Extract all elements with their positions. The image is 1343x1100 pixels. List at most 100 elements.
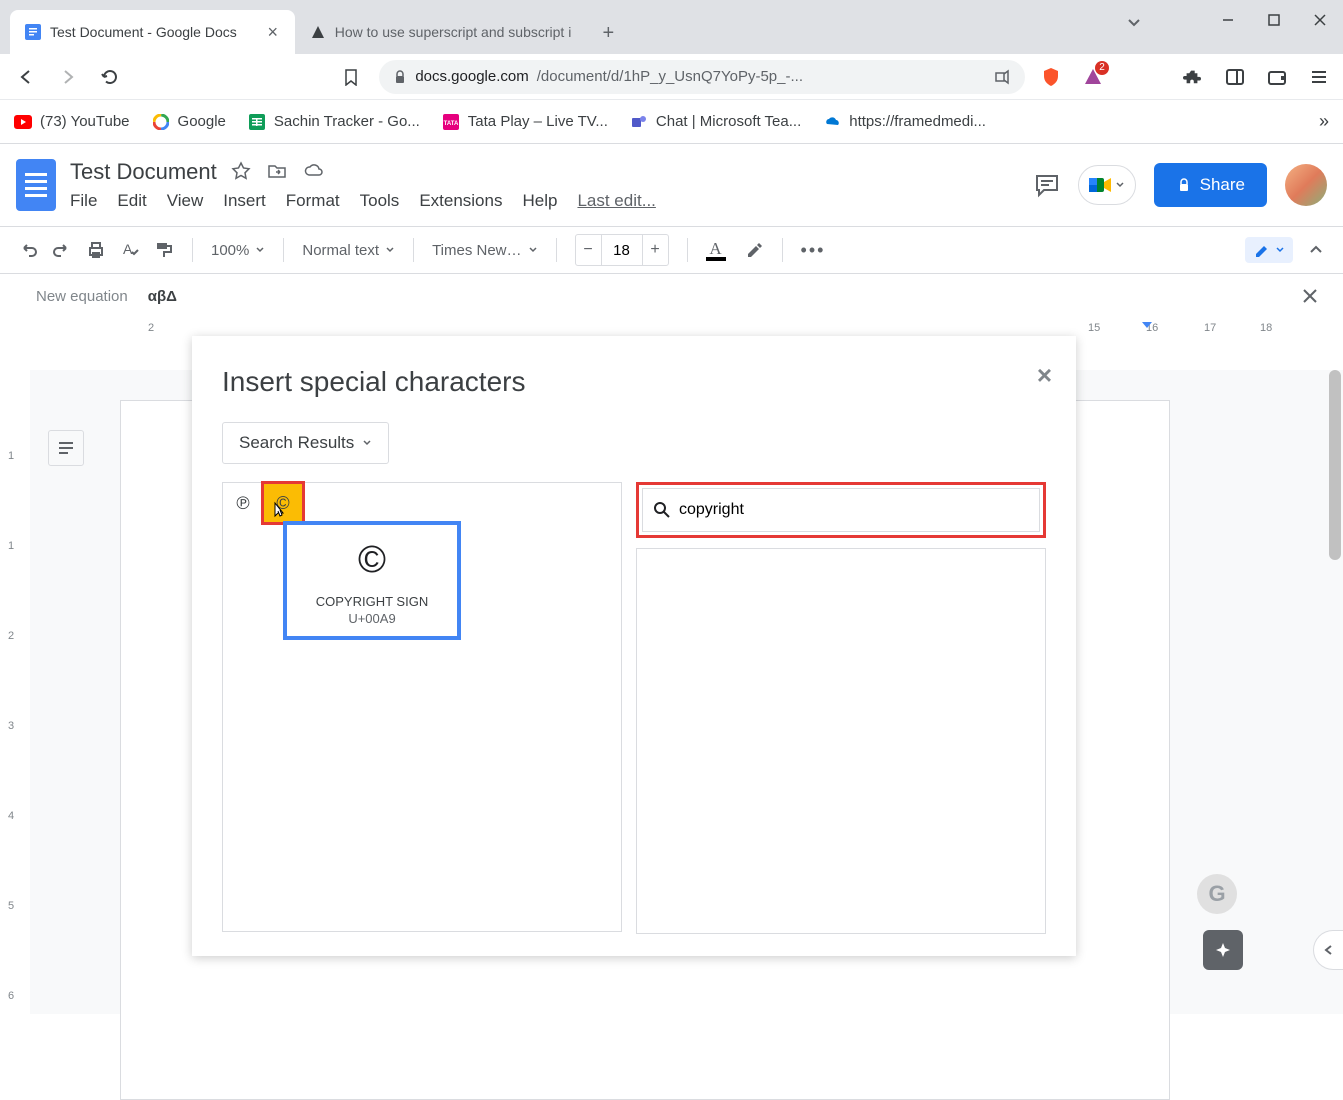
- draw-character-box[interactable]: [636, 548, 1046, 934]
- bookmarks-overflow-icon[interactable]: »: [1319, 111, 1329, 132]
- menu-help[interactable]: Help: [522, 191, 557, 211]
- youtube-icon: [14, 113, 32, 131]
- tataplay-icon: TATA: [442, 113, 460, 131]
- url-path: /document/d/1hP_y_UsnQ7YoPy-5p_-...: [537, 68, 803, 85]
- paint-format-button[interactable]: [154, 240, 174, 260]
- bookmark-item[interactable]: Google: [152, 113, 226, 131]
- browser-tab-active[interactable]: Test Document - Google Docs ×: [10, 10, 295, 54]
- docs-toolbar: A 100% Normal text Times New… − + A •••: [0, 226, 1343, 274]
- brave-shield-icon[interactable]: [1039, 65, 1063, 89]
- font-size-increase[interactable]: +: [642, 235, 668, 265]
- sheets-icon: [248, 113, 266, 131]
- sidepanel-icon[interactable]: [1223, 65, 1247, 89]
- menu-edit[interactable]: Edit: [117, 191, 146, 211]
- menu-view[interactable]: View: [167, 191, 204, 211]
- close-dialog-button[interactable]: ×: [1037, 360, 1052, 391]
- font-size-decrease[interactable]: −: [576, 235, 602, 265]
- share-url-icon[interactable]: [993, 68, 1011, 86]
- vertical-scrollbar[interactable]: [1329, 370, 1341, 560]
- bookmark-item[interactable]: (73) YouTube: [14, 113, 130, 131]
- maximize-button[interactable]: [1251, 0, 1297, 40]
- browser-tab-inactive[interactable]: How to use superscript and subscript i: [295, 10, 586, 54]
- menu-file[interactable]: File: [70, 191, 97, 211]
- menu-format[interactable]: Format: [286, 191, 340, 211]
- font-dropdown[interactable]: Times New…: [432, 242, 537, 259]
- new-equation-button[interactable]: New equation: [36, 288, 128, 305]
- menu-tools[interactable]: Tools: [360, 191, 400, 211]
- url-domain: docs.google.com: [415, 68, 528, 85]
- style-dropdown[interactable]: Normal text: [302, 242, 395, 259]
- show-outline-button[interactable]: [48, 430, 84, 466]
- character-result-hovered[interactable]: ©: [263, 483, 303, 523]
- undo-button[interactable]: [18, 240, 38, 260]
- bookmark-item[interactable]: Chat | Microsoft Tea...: [630, 113, 801, 131]
- font-size-control: − +: [575, 234, 669, 266]
- tooltip-glyph: ©: [295, 539, 449, 582]
- character-tooltip: © COPYRIGHT SIGN U+00A9: [283, 521, 461, 640]
- star-icon[interactable]: [231, 161, 253, 183]
- editing-mode-button[interactable]: [1245, 237, 1293, 263]
- svg-text:TATA: TATA: [443, 121, 458, 127]
- comments-icon[interactable]: [1034, 172, 1060, 198]
- close-icon[interactable]: ×: [265, 24, 281, 40]
- meet-button[interactable]: [1078, 165, 1136, 205]
- grammarly-icon[interactable]: G: [1197, 874, 1237, 914]
- back-button[interactable]: [12, 63, 40, 91]
- menu-insert[interactable]: Insert: [223, 191, 266, 211]
- character-search-input[interactable]: [679, 501, 1029, 519]
- menu-icon[interactable]: [1307, 65, 1331, 89]
- collapse-toolbar-icon[interactable]: [1307, 241, 1325, 259]
- brave-rewards-icon[interactable]: 2: [1081, 65, 1105, 89]
- bookmark-item[interactable]: https://framedmedi...: [823, 113, 986, 131]
- new-tab-button[interactable]: +: [593, 18, 623, 48]
- extensions-icon[interactable]: [1181, 65, 1205, 89]
- explore-button[interactable]: [1203, 930, 1243, 970]
- account-avatar[interactable]: [1285, 164, 1327, 206]
- onedrive-icon: [823, 113, 841, 131]
- character-result[interactable]: ℗: [223, 483, 263, 523]
- tab-search-icon[interactable]: [1125, 14, 1143, 32]
- redo-button[interactable]: [52, 240, 72, 260]
- greek-letters-dropdown[interactable]: αβΔ: [148, 288, 177, 305]
- more-tools-icon[interactable]: •••: [801, 240, 826, 261]
- bookmark-icon[interactable]: [337, 63, 365, 91]
- special-characters-dialog: × Insert special characters Search Resul…: [192, 336, 1076, 956]
- print-button[interactable]: [86, 240, 106, 260]
- zoom-dropdown[interactable]: 100%: [211, 242, 265, 259]
- google-icon: [152, 113, 170, 131]
- category-dropdown[interactable]: Search Results: [222, 422, 389, 464]
- move-icon[interactable]: [267, 161, 289, 183]
- document-title[interactable]: Test Document: [70, 159, 217, 185]
- highlight-button[interactable]: [744, 240, 764, 260]
- spellcheck-button[interactable]: A: [120, 240, 140, 260]
- minimize-button[interactable]: [1205, 0, 1251, 40]
- docs-header: Test Document File Edit View Insert Form…: [0, 144, 1343, 226]
- close-window-button[interactable]: [1297, 0, 1343, 40]
- character-search-box: [642, 488, 1040, 532]
- bookmark-item[interactable]: Sachin Tracker - Go...: [248, 113, 420, 131]
- url-input[interactable]: docs.google.com/document/d/1hP_y_UsnQ7Yo…: [379, 60, 1025, 94]
- svg-text:A: A: [123, 241, 133, 257]
- bookmarks-bar: (73) YouTube Google Sachin Tracker - Go.…: [0, 100, 1343, 144]
- reload-button[interactable]: [96, 63, 124, 91]
- window-controls: [1205, 0, 1343, 40]
- menu-extensions[interactable]: Extensions: [419, 191, 502, 211]
- wallet-icon[interactable]: [1265, 65, 1289, 89]
- last-edit-link[interactable]: Last edit...: [577, 191, 655, 211]
- equation-toolbar: New equation αβΔ: [0, 274, 1343, 318]
- font-size-input[interactable]: [602, 235, 642, 265]
- docs-logo-icon[interactable]: [16, 159, 56, 211]
- horizontal-ruler[interactable]: 2 15 16 17 18: [0, 318, 1343, 338]
- forward-button[interactable]: [54, 63, 82, 91]
- teams-icon: [630, 113, 648, 131]
- tab-title: How to use superscript and subscript i: [335, 24, 572, 40]
- vertical-ruler[interactable]: 112 3456: [0, 370, 30, 1014]
- close-equation-bar[interactable]: [1301, 287, 1319, 305]
- tooltip-name: COPYRIGHT SIGN: [295, 594, 449, 609]
- share-button[interactable]: Share: [1154, 163, 1267, 207]
- docs-favicon: [24, 23, 42, 41]
- tooltip-code: U+00A9: [295, 611, 449, 626]
- cloud-status-icon[interactable]: [303, 161, 325, 183]
- bookmark-item[interactable]: TATATata Play – Live TV...: [442, 113, 608, 131]
- text-color-button[interactable]: A: [706, 239, 726, 261]
